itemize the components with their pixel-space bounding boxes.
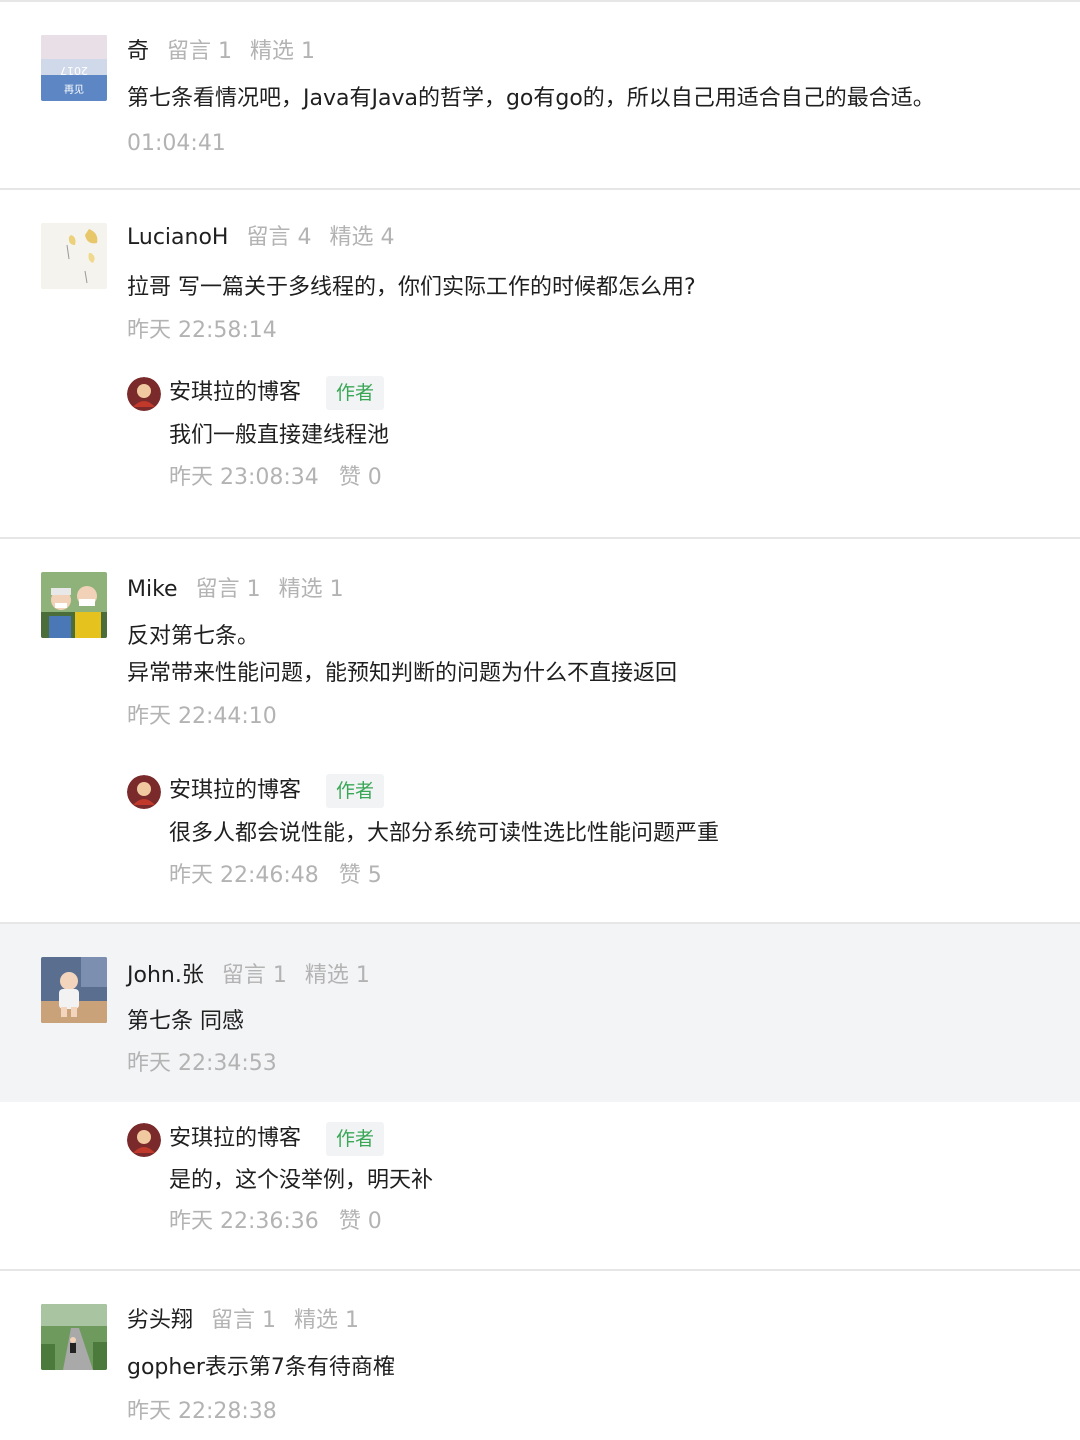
comment-line: 异常带来性能问题，能预知判断的问题为什么不直接返回 bbox=[127, 661, 678, 686]
author-reply: 安琪拉的博客 作者 很多人都会说性能，大部分系统可读性选比性能问题严重 昨天 2… bbox=[0, 739, 1080, 924]
user-name[interactable]: 奇 bbox=[127, 39, 149, 64]
comment-line: 反对第七条。 bbox=[127, 624, 260, 649]
reply-author[interactable]: 安琪拉的博客 bbox=[169, 774, 301, 808]
comment-content: gopher表示第7条有待商榷 bbox=[127, 1349, 395, 1386]
comment-thread: Mike 留言 1 精选 1 反对第七条。 异常带来性能问题，能预知判断的问题为什么… bbox=[0, 537, 1080, 924]
reply-meta: 昨天 22:36:36 赞 0 bbox=[169, 1206, 382, 1238]
picked-count: 精选 1 bbox=[250, 39, 316, 64]
comment-line: gopher表示第7条有待商榷 bbox=[127, 1355, 395, 1380]
reply-author[interactable]: 安琪拉的博客 bbox=[169, 376, 301, 410]
user-name[interactable]: LucianoH bbox=[127, 225, 228, 250]
picked-count: 精选 1 bbox=[304, 963, 370, 988]
messages-count: 留言 1 bbox=[211, 1308, 277, 1333]
comment-meta: Mike 留言 1 精选 1 bbox=[127, 573, 362, 607]
author-badge: 作者 bbox=[326, 376, 385, 410]
child-avatar-icon[interactable] bbox=[41, 957, 107, 1023]
comment-meta: LucianoH 留言 4 精选 4 bbox=[127, 221, 412, 255]
author-avatar-icon[interactable] bbox=[127, 775, 161, 809]
comment: 2017 再见 奇留言 1 精选 1 第七条看情况吧，Java有Java的哲学，go… bbox=[0, 2, 1080, 190]
author-avatar-icon[interactable] bbox=[127, 377, 161, 411]
like-button[interactable]: 赞 5 bbox=[339, 863, 382, 888]
comment-time: 01:04:41 bbox=[127, 131, 226, 156]
comment-content: 第七条 同感 bbox=[127, 1003, 244, 1040]
comment-line: 第七条看情况吧，Java有Java的哲学，go有go的，所以自己用适合自己的最合… bbox=[127, 86, 935, 111]
user-name[interactable]: 劣头翔 bbox=[127, 1308, 193, 1333]
comment-thread: 2017 再见 奇留言 1 精选 1 第七条看情况吧，Java有Java的哲学，go… bbox=[0, 0, 1080, 190]
reply-content: 是的，这个没举例，明天补 bbox=[169, 1168, 434, 1193]
comment-thread: 劣头翔 留言 1 精选 1 gopher表示第7条有待商榷 昨天 22:28:38 bbox=[0, 1269, 1080, 1440]
picked-count: 精选 1 bbox=[278, 577, 344, 602]
svg-text:2017: 2017 bbox=[60, 64, 88, 77]
comment-time: 昨天 22:28:38 bbox=[127, 1399, 277, 1424]
comment-thread: LucianoH 留言 4 精选 4 拉哥 写一篇关于多线程的，你们实际工作的时候都… bbox=[0, 188, 1080, 538]
svg-text:再见: 再见 bbox=[64, 84, 84, 96]
comment-meta: 劣头翔 留言 1 精选 1 bbox=[127, 1304, 377, 1338]
reply-time: 昨天 22:46:48 bbox=[169, 863, 319, 888]
author-reply: 安琪拉的博客 作者 我们一般直接建线程池 昨天 23:08:34 赞 0 bbox=[0, 350, 1080, 538]
user-name[interactable]: John.张 bbox=[127, 963, 204, 988]
comment-line: 第七条 同感 bbox=[127, 1009, 244, 1034]
comment-meta: John.张 留言 1 精选 1 bbox=[127, 959, 388, 993]
comment-content: 第七条看情况吧，Java有Java的哲学，go有go的，所以自己用适合自己的最合… bbox=[127, 80, 935, 117]
comment: John.张 留言 1 精选 1 第七条 同感 昨天 22:34:53 bbox=[0, 924, 1080, 1102]
user-name[interactable]: Mike bbox=[127, 577, 178, 602]
messages-count: 留言 4 bbox=[246, 225, 312, 250]
comment: LucianoH 留言 4 精选 4 拉哥 写一篇关于多线程的，你们实际工作的时候都… bbox=[0, 190, 1080, 350]
reply-meta: 昨天 22:46:48 赞 5 bbox=[169, 860, 382, 892]
messages-count: 留言 1 bbox=[195, 577, 261, 602]
reply-time: 昨天 23:08:34 bbox=[169, 465, 319, 490]
messages-count: 留言 1 bbox=[167, 39, 233, 64]
picked-count: 精选 1 bbox=[294, 1308, 360, 1333]
author-badge: 作者 bbox=[326, 1122, 385, 1156]
comment-line: 拉哥 写一篇关于多线程的，你们实际工作的时候都怎么用? bbox=[127, 275, 696, 300]
comment-content: 反对第七条。 异常带来性能问题，能预知判断的问题为什么不直接返回 bbox=[127, 618, 677, 692]
like-button[interactable]: 赞 0 bbox=[339, 465, 382, 490]
two-people-avatar-icon[interactable] bbox=[41, 572, 107, 638]
reply-meta: 昨天 23:08:34 赞 0 bbox=[169, 462, 382, 494]
ginkgo-leaf-avatar-icon[interactable] bbox=[41, 223, 107, 289]
reply-content: 很多人都会说性能，大部分系统可读性选比性能问题严重 bbox=[169, 821, 720, 846]
reply-time: 昨天 22:36:36 bbox=[169, 1209, 319, 1234]
like-button[interactable]: 赞 0 bbox=[339, 1209, 382, 1234]
reply-author[interactable]: 安琪拉的博客 bbox=[169, 1122, 301, 1156]
comment-thread: John.张 留言 1 精选 1 第七条 同感 昨天 22:34:53 安琪拉的博客… bbox=[0, 922, 1080, 1270]
picked-count: 精选 4 bbox=[329, 225, 395, 250]
messages-count: 留言 1 bbox=[221, 963, 287, 988]
author-badge: 作者 bbox=[326, 774, 385, 808]
reply-content: 我们一般直接建线程池 bbox=[169, 423, 390, 448]
author-reply: 安琪拉的博客 作者 是的，这个没举例，明天补 昨天 22:36:36 赞 0 bbox=[0, 1102, 1080, 1270]
comment: 劣头翔 留言 1 精选 1 gopher表示第7条有待商榷 昨天 22:28:38 bbox=[0, 1271, 1080, 1440]
comment-time: 昨天 22:34:53 bbox=[127, 1051, 277, 1076]
park-path-avatar-icon[interactable] bbox=[41, 1304, 107, 1370]
comment-time: 昨天 22:44:10 bbox=[127, 704, 277, 729]
comment: Mike 留言 1 精选 1 反对第七条。 异常带来性能问题，能预知判断的问题为什么… bbox=[0, 539, 1080, 739]
author-avatar-icon[interactable] bbox=[127, 1123, 161, 1157]
comment-time: 昨天 22:58:14 bbox=[127, 318, 277, 343]
blue-poster-avatar-icon[interactable]: 2017 再见 bbox=[41, 35, 107, 101]
comment-meta: 奇留言 1 精选 1 bbox=[127, 35, 333, 69]
comment-content: 拉哥 写一篇关于多线程的，你们实际工作的时候都怎么用? bbox=[127, 269, 696, 306]
